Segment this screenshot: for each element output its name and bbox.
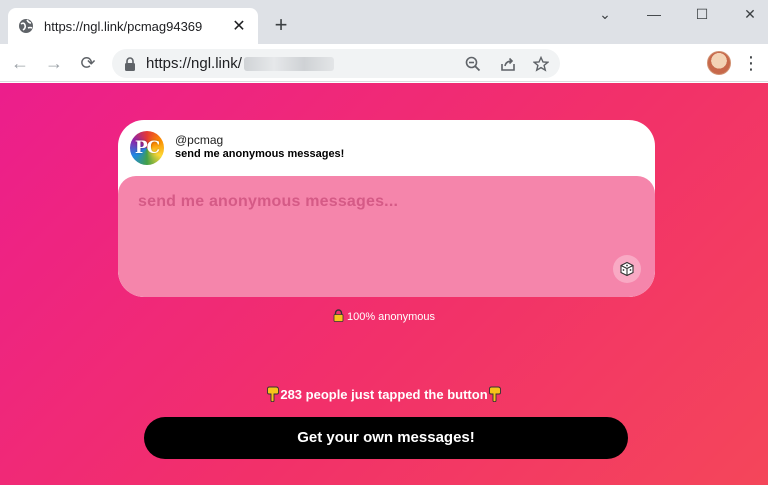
message-textarea[interactable]: send me anonymous messages... xyxy=(118,176,655,297)
maximize-button[interactable]: ☐ xyxy=(692,6,712,23)
logo-text: PC xyxy=(134,138,160,158)
padlock-icon xyxy=(333,309,344,322)
browser-tab[interactable]: https://ngl.link/pcmag94369 ✕ xyxy=(8,8,258,44)
resize-handle-icon[interactable] xyxy=(643,285,653,295)
lock-icon xyxy=(125,56,135,71)
pointing-down-hand-icon xyxy=(488,386,501,402)
dice-icon xyxy=(620,261,634,277)
card-prompt: send me anonymous messages! xyxy=(175,148,345,160)
back-button[interactable]: ← xyxy=(8,51,32,75)
tapped-counter: 283 people just tapped the button xyxy=(0,386,768,402)
browser-menu-button[interactable]: ⋮ xyxy=(742,52,760,74)
tab-close-button[interactable]: ✕ xyxy=(230,16,248,36)
anonymous-note: 100% anonymous xyxy=(0,309,768,323)
zoom-out-icon[interactable] xyxy=(465,56,481,72)
url-redacted xyxy=(243,56,334,71)
url-text: https://ngl.link/ xyxy=(146,55,242,72)
minimize-button[interactable]: — xyxy=(644,6,664,22)
profile-avatar[interactable] xyxy=(707,51,731,75)
anonymous-note-text: 100% anonymous xyxy=(346,311,436,323)
tab-title: https://ngl.link/pcmag94369 xyxy=(44,18,203,34)
share-icon[interactable] xyxy=(500,56,516,72)
pointing-down-hand-icon xyxy=(267,386,280,402)
tapped-counter-text: 283 people just tapped the button xyxy=(280,387,488,402)
star-icon[interactable] xyxy=(533,56,549,72)
card-header: PC @pcmag send me anonymous messages! xyxy=(118,120,655,176)
username: @pcmag xyxy=(175,133,224,147)
message-card: PC @pcmag send me anonymous messages! se… xyxy=(118,120,655,297)
window-close-button[interactable]: ✕ xyxy=(740,6,760,23)
globe-icon xyxy=(19,19,33,33)
profile-logo: PC xyxy=(130,131,164,165)
forward-button[interactable]: → xyxy=(42,51,66,75)
tab-search-chevron-icon[interactable]: ⌄ xyxy=(595,6,615,23)
page-background: PC @pcmag send me anonymous messages! se… xyxy=(0,83,768,485)
get-messages-button[interactable]: Get your own messages! xyxy=(144,417,628,459)
tab-strip: https://ngl.link/pcmag94369 ✕ + ⌄ — ☐ ✕ xyxy=(0,0,768,44)
reload-button[interactable]: ⟳ xyxy=(76,51,100,75)
address-bar[interactable]: https://ngl.link/ xyxy=(112,49,560,78)
message-placeholder: send me anonymous messages... xyxy=(138,193,399,210)
dice-button[interactable] xyxy=(613,255,641,283)
browser-toolbar: ← → ⟳ https://ngl.link/ xyxy=(0,44,768,82)
new-tab-button[interactable]: + xyxy=(268,13,294,39)
